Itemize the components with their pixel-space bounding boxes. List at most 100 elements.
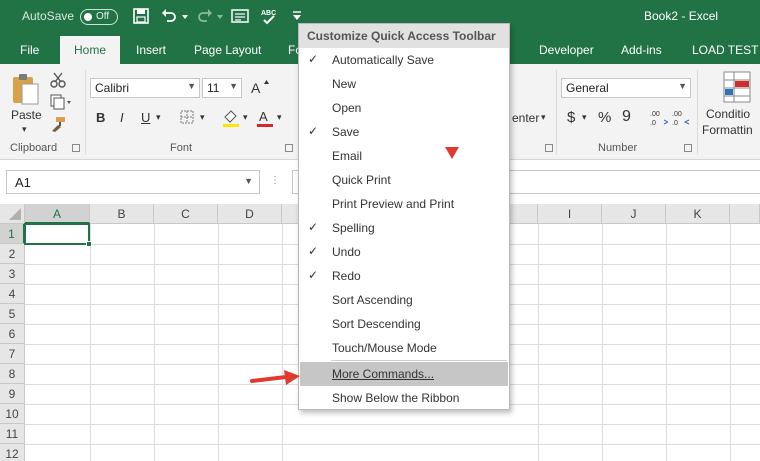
menu-item-print-preview[interactable]: Print Preview and Print bbox=[300, 192, 508, 216]
row-header[interactable]: 12 bbox=[0, 444, 25, 461]
currency-button[interactable]: $ bbox=[567, 109, 575, 126]
tab-load-test[interactable]: LOAD TEST bbox=[692, 43, 758, 57]
borders-dropdown-icon[interactable]: ▾ bbox=[200, 112, 205, 123]
paste-icon[interactable] bbox=[10, 72, 40, 106]
formula-bar-handle-icon[interactable]: ⋮ bbox=[270, 175, 280, 186]
row-header[interactable]: 11 bbox=[0, 424, 25, 444]
active-cell-a1[interactable] bbox=[24, 223, 92, 247]
row-header[interactable]: 1 bbox=[0, 224, 25, 244]
menu-item-sort-descending[interactable]: Sort Descending bbox=[300, 312, 508, 336]
format-painter-icon[interactable] bbox=[50, 116, 66, 135]
conditional-formatting-label-2[interactable]: Formattin bbox=[702, 123, 753, 137]
bold-button[interactable]: B bbox=[96, 110, 105, 125]
column-header-d[interactable]: D bbox=[218, 204, 282, 224]
tab-developer[interactable]: Developer bbox=[539, 43, 594, 57]
toggle-knob bbox=[84, 13, 92, 21]
menu-item-spelling[interactable]: ✓ Spelling bbox=[300, 216, 508, 240]
gridline bbox=[282, 224, 283, 461]
tab-add-ins[interactable]: Add-ins bbox=[621, 43, 662, 57]
increase-font-icon[interactable]: A bbox=[250, 78, 270, 99]
column-header-c[interactable]: C bbox=[154, 204, 218, 224]
cut-icon[interactable] bbox=[50, 72, 66, 91]
number-format-select[interactable]: General ▼ bbox=[561, 78, 691, 98]
alignment-launcher-icon[interactable] bbox=[545, 144, 553, 152]
redo-dropdown-icon[interactable] bbox=[216, 10, 226, 30]
underline-dropdown-icon[interactable]: ▾ bbox=[156, 112, 161, 123]
paste-dropdown-icon[interactable]: ▾ bbox=[22, 124, 27, 135]
borders-icon[interactable] bbox=[180, 110, 194, 127]
font-name-select[interactable]: Calibri ▼ bbox=[90, 78, 200, 98]
fill-color-icon[interactable] bbox=[222, 108, 240, 131]
fill-handle[interactable] bbox=[86, 241, 92, 247]
number-launcher-icon[interactable] bbox=[684, 144, 692, 152]
merge-center-button[interactable]: enter bbox=[512, 111, 539, 125]
underline-button[interactable]: U bbox=[141, 110, 150, 125]
row-header[interactable]: 3 bbox=[0, 264, 25, 284]
clipboard-launcher-icon[interactable] bbox=[72, 144, 80, 152]
italic-button[interactable]: I bbox=[120, 110, 124, 125]
decrease-decimal-icon[interactable]: .00.0 bbox=[672, 108, 690, 131]
menu-item-label: Show Below the Ribbon bbox=[332, 391, 460, 405]
menu-item-save[interactable]: ✓ Save bbox=[300, 120, 508, 144]
conditional-formatting-label-1[interactable]: Conditio bbox=[706, 107, 750, 121]
font-color-dropdown-icon[interactable]: ▾ bbox=[277, 112, 282, 123]
tab-home[interactable]: Home bbox=[60, 36, 121, 64]
row-header[interactable]: 8 bbox=[0, 364, 25, 384]
menu-item-label: Touch/Mouse Mode bbox=[332, 341, 437, 355]
column-header-i[interactable]: I bbox=[538, 204, 602, 224]
menu-item-show-below-ribbon[interactable]: Show Below the Ribbon bbox=[300, 386, 508, 410]
spelling-icon[interactable]: ABC bbox=[259, 7, 279, 27]
autosave-label: AutoSave bbox=[22, 9, 75, 23]
currency-dropdown-icon[interactable]: ▾ bbox=[582, 112, 587, 123]
name-box[interactable]: A1 ▼ bbox=[6, 170, 260, 194]
conditional-formatting-icon[interactable] bbox=[722, 70, 754, 107]
copy-icon[interactable] bbox=[50, 94, 72, 113]
fill-color-dropdown-icon[interactable]: ▾ bbox=[243, 112, 248, 123]
row-header[interactable]: 9 bbox=[0, 384, 25, 404]
form-icon[interactable] bbox=[231, 7, 251, 27]
tab-insert[interactable]: Insert bbox=[136, 43, 166, 57]
font-launcher-icon[interactable] bbox=[285, 144, 293, 152]
row-header[interactable]: 6 bbox=[0, 324, 25, 344]
increase-decimal-icon[interactable]: .00.0 bbox=[650, 108, 670, 131]
comma-style-button[interactable]: 9 bbox=[622, 108, 631, 126]
menu-item-label: Save bbox=[332, 125, 360, 139]
menu-item-email[interactable]: Email bbox=[300, 144, 508, 168]
tab-file[interactable]: File bbox=[20, 43, 39, 57]
row-header[interactable]: 4 bbox=[0, 284, 25, 304]
column-header-a[interactable]: A bbox=[25, 204, 90, 224]
save-icon[interactable] bbox=[132, 7, 152, 27]
font-name-value: Calibri bbox=[95, 81, 130, 95]
paste-button[interactable]: Paste bbox=[11, 108, 42, 122]
menu-item-sort-ascending[interactable]: Sort Ascending bbox=[300, 288, 508, 312]
menu-item-touch-mouse-mode[interactable]: Touch/Mouse Mode bbox=[300, 336, 508, 360]
menu-item-undo[interactable]: ✓ Undo bbox=[300, 240, 508, 264]
select-all-corner[interactable] bbox=[0, 204, 25, 224]
row-header[interactable]: 10 bbox=[0, 404, 25, 424]
row-header[interactable]: 5 bbox=[0, 304, 25, 324]
font-size-select[interactable]: 11 ▼ bbox=[202, 78, 242, 98]
menu-item-automatically-save[interactable]: ✓ Automatically Save bbox=[300, 48, 508, 72]
menu-item-more-commands[interactable]: More Commands... bbox=[300, 362, 508, 386]
column-header-b[interactable]: B bbox=[90, 204, 154, 224]
menu-separator bbox=[331, 360, 507, 361]
undo-dropdown-icon[interactable] bbox=[181, 10, 191, 30]
menu-item-open[interactable]: Open bbox=[300, 96, 508, 120]
font-color-icon[interactable]: A bbox=[256, 108, 274, 131]
column-header-k[interactable]: K bbox=[666, 204, 730, 224]
menu-item-new[interactable]: New bbox=[300, 72, 508, 96]
menu-item-label: More Commands... bbox=[332, 367, 435, 381]
autosave-toggle[interactable]: Off bbox=[80, 9, 118, 25]
row-header[interactable]: 7 bbox=[0, 344, 25, 364]
row-header[interactable]: 2 bbox=[0, 244, 25, 264]
redo-icon[interactable] bbox=[196, 7, 216, 27]
menu-item-redo[interactable]: ✓ Redo bbox=[300, 264, 508, 288]
percent-button[interactable]: % bbox=[598, 109, 611, 126]
undo-icon[interactable] bbox=[160, 7, 180, 27]
column-header-l[interactable] bbox=[730, 204, 760, 224]
menu-item-quick-print[interactable]: Quick Print bbox=[300, 168, 508, 192]
customize-qat-menu: Customize Quick Access Toolbar ✓ Automati… bbox=[298, 23, 510, 410]
merge-dropdown-icon[interactable]: ▾ bbox=[541, 112, 546, 123]
tab-page-layout[interactable]: Page Layout bbox=[194, 43, 261, 57]
column-header-j[interactable]: J bbox=[602, 204, 666, 224]
